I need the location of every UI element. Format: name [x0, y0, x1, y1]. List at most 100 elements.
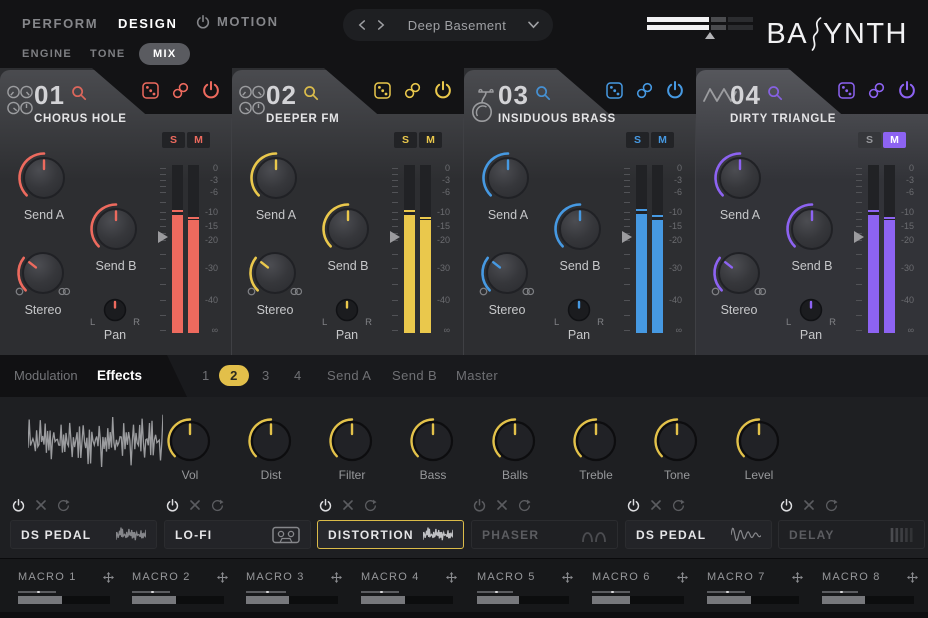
- macro-slider[interactable]: [477, 596, 569, 604]
- send-a-knob[interactable]: Send A: [712, 150, 768, 222]
- dice-icon[interactable]: [606, 82, 623, 99]
- power-icon[interactable]: [473, 499, 486, 512]
- pan-knob[interactable]: L R Pan: [100, 295, 130, 342]
- macro-slider[interactable]: [132, 596, 224, 604]
- meter-arrow[interactable]: [158, 231, 168, 243]
- solo-button[interactable]: S: [858, 132, 881, 148]
- magnifier-icon[interactable]: [303, 85, 319, 101]
- fx-slot-box[interactable]: PHASER: [471, 520, 618, 549]
- master-output-meter[interactable]: [647, 17, 753, 33]
- move-icon[interactable]: [217, 572, 228, 583]
- close-icon[interactable]: [36, 500, 46, 510]
- power-icon[interactable]: [166, 499, 179, 512]
- magnifier-icon[interactable]: [767, 85, 783, 101]
- dice-icon[interactable]: [374, 82, 391, 99]
- reload-icon[interactable]: [364, 499, 377, 512]
- close-icon[interactable]: [651, 500, 661, 510]
- stereo-knob[interactable]: Stereo: [711, 245, 767, 317]
- fx-slot-box[interactable]: DELAY: [778, 520, 925, 549]
- fx-slot-box[interactable]: DS PEDAL: [625, 520, 772, 549]
- link-icon[interactable]: [636, 82, 653, 99]
- move-icon[interactable]: [792, 572, 803, 583]
- send-a-knob[interactable]: Send A: [480, 150, 536, 222]
- meter-arrow[interactable]: [622, 231, 632, 243]
- power-icon[interactable]: [627, 499, 640, 512]
- link-icon[interactable]: [868, 82, 885, 99]
- magnifier-icon[interactable]: [71, 85, 87, 101]
- close-icon[interactable]: [343, 500, 353, 510]
- fx-slot-box[interactable]: DS PEDAL: [10, 520, 157, 549]
- magnifier-icon[interactable]: [535, 85, 551, 101]
- fx-page-tab-2[interactable]: 2: [219, 365, 249, 386]
- mute-button[interactable]: M: [651, 132, 674, 148]
- power-icon[interactable]: [202, 81, 220, 99]
- move-icon[interactable]: [677, 572, 688, 583]
- fx-page-tab-4[interactable]: 4: [294, 355, 302, 397]
- close-icon[interactable]: [190, 500, 200, 510]
- fx-knob-dist[interactable]: Dist: [247, 417, 295, 482]
- power-icon[interactable]: [12, 499, 25, 512]
- link-icon[interactable]: [172, 82, 189, 99]
- subtab-engine[interactable]: ENGINE: [22, 48, 72, 60]
- reload-icon[interactable]: [518, 499, 531, 512]
- dice-icon[interactable]: [142, 82, 159, 99]
- fx-knob-vol[interactable]: Vol: [166, 417, 214, 482]
- power-icon[interactable]: [434, 81, 452, 99]
- macro-slider[interactable]: [246, 596, 338, 604]
- subtab-mix[interactable]: MIX: [139, 43, 190, 65]
- stereo-knob[interactable]: Stereo: [479, 245, 535, 317]
- fx-knob-level[interactable]: Level: [735, 417, 783, 482]
- chevron-left-icon[interactable]: [357, 20, 367, 30]
- mute-button[interactable]: M: [187, 132, 210, 148]
- move-icon[interactable]: [562, 572, 573, 583]
- close-icon[interactable]: [804, 500, 814, 510]
- pan-knob[interactable]: L R Pan: [796, 295, 826, 342]
- meter-arrow[interactable]: [390, 231, 400, 243]
- reload-icon[interactable]: [672, 499, 685, 512]
- tab-design[interactable]: DESIGN: [118, 16, 177, 31]
- fx-page-tab-send-b[interactable]: Send B: [392, 355, 437, 397]
- close-icon[interactable]: [497, 500, 507, 510]
- tab-perform[interactable]: PERFORM: [22, 16, 98, 31]
- stereo-knob[interactable]: Stereo: [247, 245, 303, 317]
- link-icon[interactable]: [404, 82, 421, 99]
- pan-knob[interactable]: L R Pan: [332, 295, 362, 342]
- fx-knob-treble[interactable]: Treble: [572, 417, 620, 482]
- dice-icon[interactable]: [838, 82, 855, 99]
- stereo-knob[interactable]: Stereo: [15, 245, 71, 317]
- tab-motion[interactable]: MOTION: [196, 14, 279, 29]
- macro-slider[interactable]: [18, 596, 110, 604]
- fx-slot-box[interactable]: LO-FI: [164, 520, 311, 549]
- preset-selector[interactable]: Deep Basement: [343, 9, 553, 41]
- send-b-knob[interactable]: Send B: [320, 201, 376, 273]
- fx-knob-bass[interactable]: Bass: [409, 417, 457, 482]
- fx-knob-filter[interactable]: Filter: [328, 417, 376, 482]
- send-a-knob[interactable]: Send A: [248, 150, 304, 222]
- power-icon[interactable]: [666, 81, 684, 99]
- master-meter-pointer[interactable]: [705, 32, 715, 39]
- fx-page-tab-master[interactable]: Master: [456, 355, 498, 397]
- send-b-knob[interactable]: Send B: [784, 201, 840, 273]
- solo-button[interactable]: S: [626, 132, 649, 148]
- fx-slot-box[interactable]: DISTORTION: [317, 520, 464, 549]
- macro-slider[interactable]: [822, 596, 914, 604]
- move-icon[interactable]: [446, 572, 457, 583]
- reload-icon[interactable]: [825, 499, 838, 512]
- reload-icon[interactable]: [211, 499, 224, 512]
- send-b-knob[interactable]: Send B: [552, 201, 608, 273]
- solo-button[interactable]: S: [162, 132, 185, 148]
- macro-slider[interactable]: [707, 596, 799, 604]
- macro-slider[interactable]: [361, 596, 453, 604]
- fx-page-tab-3[interactable]: 3: [262, 355, 270, 397]
- mute-button[interactable]: M: [419, 132, 442, 148]
- macro-slider[interactable]: [592, 596, 684, 604]
- tab-modulation[interactable]: Modulation: [14, 355, 78, 397]
- power-icon[interactable]: [319, 499, 332, 512]
- tab-effects[interactable]: Effects: [97, 355, 142, 397]
- move-icon[interactable]: [103, 572, 114, 583]
- fx-page-tab-send-a[interactable]: Send A: [327, 355, 371, 397]
- move-icon[interactable]: [907, 572, 918, 583]
- fx-knob-tone[interactable]: Tone: [653, 417, 701, 482]
- pan-knob[interactable]: L R Pan: [564, 295, 594, 342]
- subtab-tone[interactable]: TONE: [90, 48, 126, 60]
